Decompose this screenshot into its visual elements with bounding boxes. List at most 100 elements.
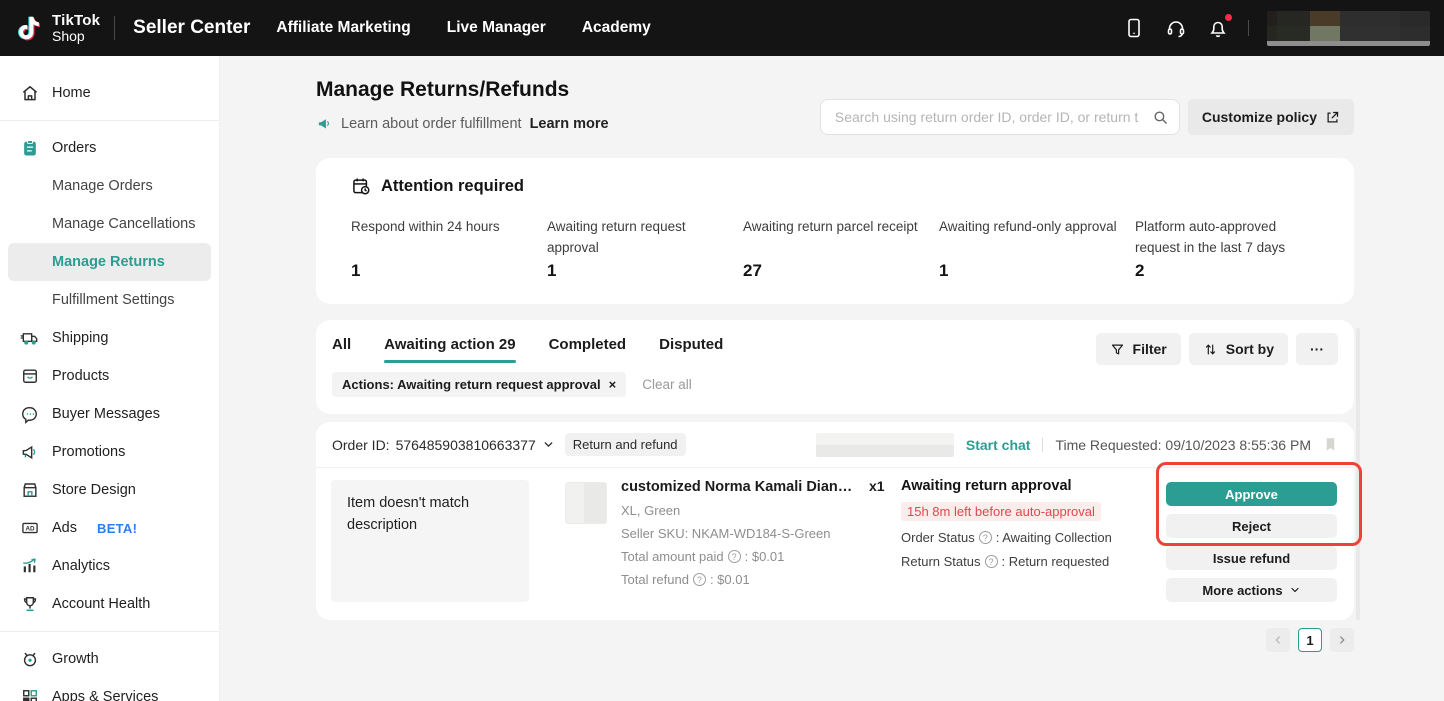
stat-respond-24h[interactable]: Respond within 24 hours 1 [351, 217, 547, 281]
tiktok-note-icon [14, 11, 44, 45]
stat-platform-auto-approved[interactable]: Platform auto-approved request in the la… [1135, 217, 1365, 281]
sidebar-label: Store Design [52, 482, 136, 498]
sidebar-item-analytics[interactable]: Analytics [0, 547, 219, 585]
filter-button-label: Filter [1133, 341, 1167, 357]
return-reason: Item doesn't match description [331, 480, 529, 602]
filter-chip[interactable]: Actions: Awaiting return request approva… [332, 372, 626, 397]
help-icon[interactable]: ? [728, 550, 741, 563]
product-quantity: x1 [869, 478, 885, 494]
remove-filter-icon[interactable]: × [609, 377, 617, 392]
approve-button[interactable]: Approve [1166, 482, 1337, 506]
product-image[interactable] [565, 482, 607, 524]
search-input[interactable] [835, 109, 1152, 125]
notifications-bell-icon[interactable] [1206, 16, 1230, 40]
product-title[interactable]: customized Norma Kamali Diana G... [621, 479, 859, 495]
sidebar-label: Buyer Messages [52, 406, 160, 422]
refund-value: : $0.01 [710, 572, 750, 587]
list-actions: Filter Sort by ··· [1096, 333, 1338, 365]
sidebar-item-ads[interactable]: AD Ads BETA! [0, 509, 219, 547]
return-type-chip: Return and refund [565, 433, 686, 456]
mobile-app-icon[interactable] [1122, 16, 1146, 40]
help-icon[interactable]: ? [979, 531, 992, 544]
tab-all[interactable]: All [332, 336, 351, 363]
seller-center-page: TikTok Shop Seller Center Affiliate Mark… [0, 0, 1444, 701]
sidebar-divider-2 [0, 631, 219, 632]
sidebar-divider [0, 120, 219, 121]
stat-awaiting-return-request[interactable]: Awaiting return request approval 1 [547, 217, 743, 281]
sidebar-item-orders[interactable]: Orders [0, 129, 219, 167]
nav-affiliate-marketing[interactable]: Affiliate Marketing [276, 19, 410, 37]
nav-live-manager[interactable]: Live Manager [447, 19, 546, 37]
product-info: customized Norma Kamali Diana G... x1 XL… [621, 478, 906, 587]
more-actions-button[interactable]: More actions [1166, 578, 1337, 602]
search-icon[interactable] [1152, 109, 1169, 126]
sidebar-label: Products [52, 368, 109, 384]
topbar-divider [114, 16, 115, 40]
sidebar-item-shipping[interactable]: Shipping [0, 319, 219, 357]
reject-button[interactable]: Reject [1166, 514, 1337, 538]
next-page-button[interactable] [1330, 628, 1354, 652]
sidebar-item-fulfillment-settings[interactable]: Fulfillment Settings [0, 281, 219, 319]
tab-completed[interactable]: Completed [549, 336, 627, 363]
megaphone-icon [20, 442, 40, 462]
page-number-button[interactable]: 1 [1298, 628, 1322, 652]
attention-title: Attention required [381, 177, 524, 196]
help-icon[interactable]: ? [693, 573, 706, 586]
stat-awaiting-parcel-receipt[interactable]: Awaiting return parcel receipt 27 [743, 217, 939, 281]
sidebar-item-buyer-messages[interactable]: Buyer Messages [0, 395, 219, 433]
sidebar-label: Ads [52, 520, 77, 536]
beta-badge: BETA! [97, 521, 137, 536]
sidebar-item-account-health[interactable]: Account Health [0, 585, 219, 623]
funnel-icon [1110, 342, 1125, 357]
order-id-toggle[interactable]: Order ID: 576485903810663377 [332, 437, 555, 453]
content-scrollbar[interactable] [1356, 328, 1360, 620]
banner-text: Learn about order fulfillment [341, 116, 522, 132]
buyer-name-redacted [816, 433, 954, 457]
sidebar-item-products[interactable]: Products [0, 357, 219, 395]
filters-card: All Awaiting action 29 Completed Dispute… [316, 320, 1354, 414]
sidebar-item-growth[interactable]: Growth [0, 640, 219, 678]
top-bar: TikTok Shop Seller Center Affiliate Mark… [0, 0, 1444, 56]
stat-awaiting-refund-only[interactable]: Awaiting refund-only approval 1 [939, 217, 1135, 281]
sidebar-item-promotions[interactable]: Promotions [0, 433, 219, 471]
total-refund-line: Total refund ? : $0.01 [621, 572, 906, 587]
start-chat-link[interactable]: Start chat [966, 437, 1031, 453]
main-content: Manage Returns/Refunds Learn about order… [220, 56, 1444, 701]
issue-refund-button[interactable]: Issue refund [1166, 546, 1337, 570]
notification-badge [1225, 14, 1232, 21]
return-status-label: Return Status [901, 554, 981, 569]
amount-paid-line: Total amount paid ? : $0.01 [621, 549, 906, 564]
header-actions: Customize policy [820, 99, 1354, 135]
sidebar-item-home[interactable]: Home [0, 74, 219, 112]
tab-disputed[interactable]: Disputed [659, 336, 723, 363]
amount-paid-label: Total amount paid [621, 549, 724, 564]
account-menu-redacted[interactable] [1267, 11, 1430, 46]
learn-more-link[interactable]: Learn more [530, 116, 609, 132]
filter-button[interactable]: Filter [1096, 333, 1181, 365]
clear-all-link[interactable]: Clear all [642, 377, 692, 392]
amount-paid-value: : $0.01 [745, 549, 785, 564]
tab-awaiting-action[interactable]: Awaiting action 29 [384, 336, 515, 363]
more-options-button[interactable]: ··· [1296, 333, 1338, 365]
support-headset-icon[interactable] [1164, 16, 1188, 40]
bookmark-icon[interactable] [1323, 436, 1338, 453]
chevron-right-icon [1336, 634, 1348, 646]
sidebar-item-manage-orders[interactable]: Manage Orders [0, 167, 219, 205]
sort-by-button[interactable]: Sort by [1189, 333, 1288, 365]
help-icon[interactable]: ? [985, 555, 998, 568]
tiktok-shop-logo[interactable]: TikTok Shop [14, 11, 100, 45]
sidebar-item-manage-cancellations[interactable]: Manage Cancellations [0, 205, 219, 243]
sidebar-item-store-design[interactable]: Store Design [0, 471, 219, 509]
nav-seller-center[interactable]: Seller Center [133, 17, 250, 39]
svg-text:AD: AD [26, 526, 36, 533]
chevron-down-icon [542, 438, 555, 451]
topbar-divider-2 [1248, 20, 1249, 36]
prev-page-button[interactable] [1266, 628, 1290, 652]
sidebar-item-apps-services[interactable]: Apps & Services [0, 678, 219, 701]
nav-academy[interactable]: Academy [582, 19, 651, 37]
customize-policy-button[interactable]: Customize policy [1188, 99, 1354, 135]
order-status-value: : Awaiting Collection [996, 530, 1112, 545]
sidebar-label: Home [52, 85, 91, 101]
sidebar-item-manage-returns[interactable]: Manage Returns [8, 243, 211, 281]
order-id-value: 576485903810663377 [396, 437, 536, 453]
